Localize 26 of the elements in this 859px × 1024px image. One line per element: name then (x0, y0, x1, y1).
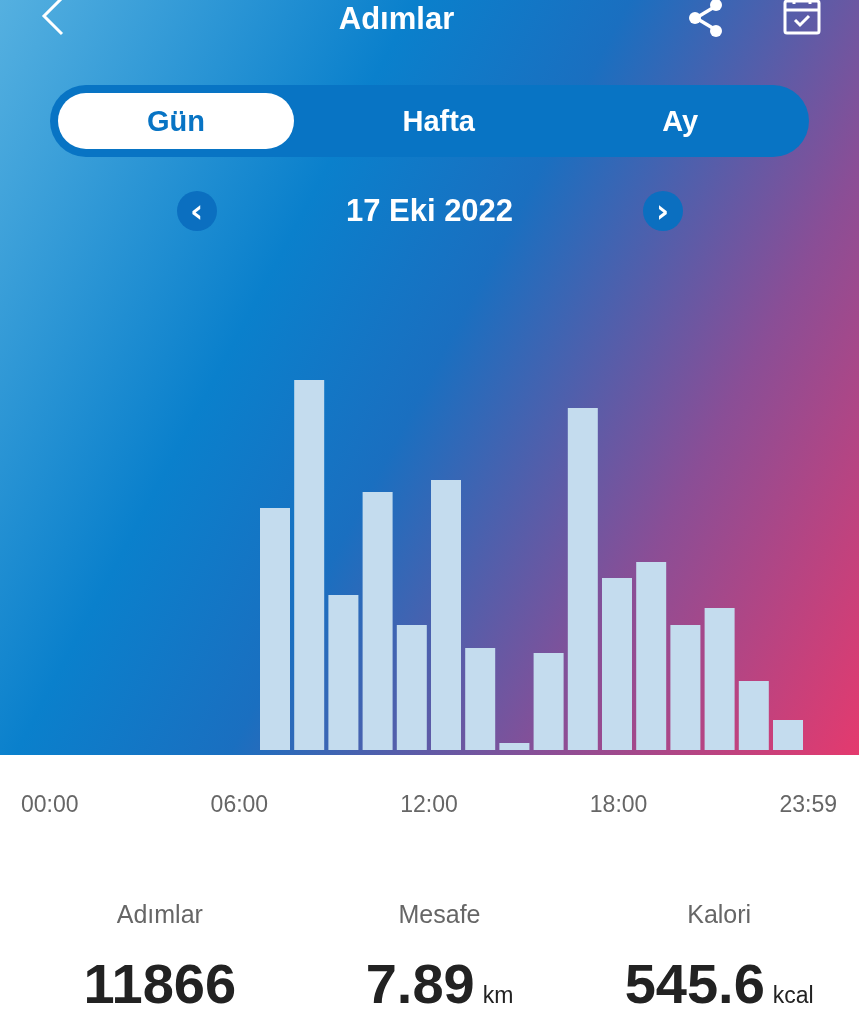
stat-value: 11866 (83, 951, 237, 1016)
axis-label: 00:00 (21, 791, 79, 818)
axis-label: 12:00 (400, 791, 458, 818)
unit-label: km (482, 982, 514, 1009)
stat-label: Kalori (687, 900, 752, 929)
stat-value: 7.89 (365, 951, 475, 1016)
chart-bar (773, 720, 803, 750)
stat-label: Mesafe (398, 900, 481, 929)
stat-label: Adımlar (116, 900, 203, 929)
axis-label: 18:00 (589, 791, 648, 818)
calendar-icon[interactable] (783, 0, 821, 36)
stat-value: 545.6 (624, 951, 765, 1016)
period-tab[interactable]: Ay (559, 93, 801, 149)
period-tab[interactable]: Gün (58, 93, 294, 149)
chart-bar (499, 743, 530, 750)
previous-day-button[interactable]: ‹ (176, 191, 217, 231)
share-icon[interactable] (687, 0, 725, 38)
date-label: 17 Eki 2022 (344, 193, 515, 229)
axis-label: 23:59 (779, 791, 837, 818)
axis-label: 06:00 (210, 791, 269, 818)
back-icon[interactable] (40, 0, 66, 36)
unit-label: kcal (772, 982, 814, 1009)
period-tab[interactable]: Hafta (318, 93, 560, 149)
screen-title: Adımlar (337, 0, 456, 38)
chart-bar (738, 681, 769, 750)
next-day-button[interactable]: › (642, 191, 683, 231)
